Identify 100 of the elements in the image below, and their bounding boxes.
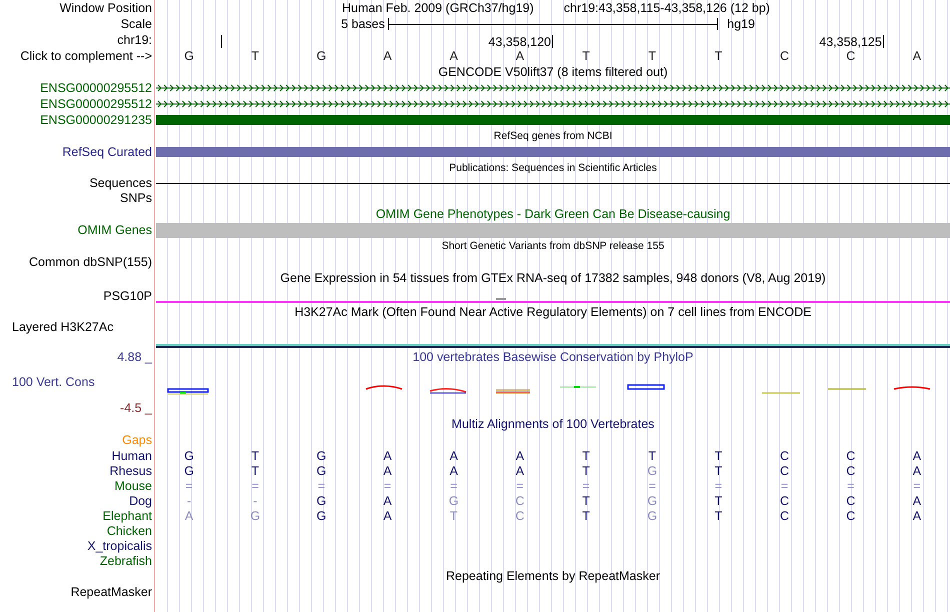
- ruler-tick: [552, 35, 553, 48]
- axis-max-label: 4.88 _: [117, 350, 152, 364]
- aligned-base: T: [250, 464, 260, 478]
- aligned-base: A: [448, 464, 459, 478]
- track-title: Repeating Elements by RepeatMasker: [446, 569, 660, 583]
- aligned-base: C: [779, 448, 790, 462]
- aligned-base: C: [845, 464, 856, 478]
- aligned-base: =: [912, 478, 922, 492]
- track-title: RefSeq genes from NCBI: [494, 129, 612, 143]
- aligned-base: T: [647, 448, 658, 462]
- track-label[interactable]: Common dbSNP(155): [0, 255, 152, 269]
- base-letter: A: [382, 49, 393, 63]
- track-label[interactable]: 100 Vert. Cons: [0, 375, 95, 389]
- coordinate-label: 43,358,120: [488, 36, 552, 48]
- axis-min-label: -4.5 _: [120, 401, 152, 415]
- base-letter: T: [647, 49, 658, 63]
- aligned-base: C: [779, 508, 790, 522]
- aligned-base: C: [845, 494, 856, 508]
- track-title: Short Genetic Variants from dbSNP release 155: [442, 239, 664, 253]
- track-label[interactable]: SNPs: [0, 191, 152, 205]
- scale-label: 5 bases: [341, 17, 385, 31]
- aligned-base: =: [714, 478, 724, 492]
- aligned-base: T: [581, 448, 591, 462]
- base-letter: C: [779, 49, 790, 63]
- aligned-base: G: [183, 464, 195, 478]
- species-label[interactable]: Rhesus: [0, 464, 152, 478]
- track-title: GENCODE V50lift37 (8 items filtered out): [438, 65, 668, 79]
- aligned-base: A: [382, 508, 393, 522]
- assembly-title: Human Feb. 2009 (GRCh37/hg19): [342, 1, 534, 15]
- gene-bar[interactable]: [156, 147, 950, 157]
- gene-strand-line[interactable]: [156, 84, 950, 92]
- track-label[interactable]: RepeatMasker: [0, 584, 152, 598]
- aligned-base: C: [779, 464, 790, 478]
- gene-strand-line[interactable]: [156, 100, 950, 108]
- track-label: Window Position: [58, 1, 152, 15]
- base-letter: T: [714, 49, 724, 63]
- aligned-base: =: [780, 478, 790, 492]
- aligned-base: =: [382, 478, 392, 492]
- complement-link[interactable]: Click to complement -->: [0, 49, 152, 63]
- base-letter: C: [845, 49, 856, 63]
- aligned-base: A: [514, 464, 526, 478]
- aligned-base: T: [714, 464, 724, 478]
- aligned-base: =: [250, 478, 260, 492]
- track-label[interactable]: Sequences: [0, 176, 152, 190]
- aligned-base: =: [184, 478, 194, 492]
- track-label[interactable]: ENSG00000291235: [0, 113, 152, 127]
- track-label[interactable]: OMIM Genes: [0, 223, 152, 237]
- aligned-base: C: [845, 448, 856, 462]
- gene-bar[interactable]: [156, 222, 950, 238]
- gene-bar[interactable]: [156, 115, 950, 125]
- aligned-base: A: [184, 508, 194, 522]
- aligned-base: T: [714, 494, 724, 508]
- track-label[interactable]: ENSG00000295512: [0, 81, 152, 95]
- aligned-base: T: [581, 494, 591, 508]
- track-label[interactable]: X_tropicalis: [0, 538, 152, 552]
- aligned-base: A: [514, 448, 526, 462]
- aligned-base: -: [186, 494, 192, 508]
- aligned-base: =: [648, 478, 657, 492]
- aligned-base: =: [515, 478, 525, 492]
- aligned-base: T: [714, 448, 724, 462]
- track-label[interactable]: Chicken: [0, 524, 152, 538]
- aligned-base: G: [249, 508, 262, 522]
- aligned-base: -: [252, 494, 258, 508]
- assembly-label: hg19: [726, 17, 755, 31]
- track-label[interactable]: RefSeq Curated: [0, 145, 152, 159]
- base-letter: A: [448, 49, 459, 63]
- base-letter: A: [912, 49, 922, 63]
- track-label[interactable]: PSG10P: [0, 286, 152, 303]
- aligned-base: C: [779, 494, 790, 508]
- aligned-base: A: [912, 508, 922, 522]
- track-label[interactable]: ENSG00000295512: [0, 97, 152, 111]
- track-title: Multiz Alignments of 100 Vertebrates: [452, 417, 654, 431]
- species-label[interactable]: Human: [0, 448, 152, 462]
- track-title: OMIM Gene Phenotypes - Dark Green Can Be Disease-causing: [376, 207, 730, 221]
- aligned-base: G: [183, 448, 195, 462]
- aligned-base: T: [581, 464, 591, 478]
- aligned-base: A: [382, 448, 393, 462]
- aligned-base: C: [514, 508, 526, 522]
- aligned-base: A: [912, 464, 922, 478]
- aligned-base: G: [316, 508, 328, 522]
- track-label[interactable]: Zebrafish: [0, 554, 152, 568]
- track-title: Gene Expression in 54 tissues from GTEx RNA-seq of 17382 samples, 948 donors (V8, Aug 2019): [280, 271, 826, 285]
- aligned-base: G: [646, 494, 658, 508]
- aligned-base: G: [316, 448, 328, 462]
- ruler-tick: [882, 35, 884, 48]
- aligned-base: A: [382, 494, 393, 508]
- aligned-base: A: [382, 464, 393, 478]
- aligned-base: T: [448, 508, 459, 522]
- base-letter: T: [250, 49, 260, 63]
- aligned-base: G: [316, 464, 328, 478]
- aligned-base: A: [912, 448, 922, 462]
- aligned-base: =: [316, 478, 326, 492]
- aligned-base: A: [912, 494, 922, 508]
- ruler-tick: [221, 35, 222, 48]
- species-label[interactable]: Dog: [0, 494, 152, 508]
- track-title: Publications: Sequences in Scientific Articles: [449, 161, 657, 175]
- base-letter: A: [514, 49, 526, 63]
- species-label[interactable]: Mouse: [0, 478, 152, 492]
- track-label[interactable]: Layered H3K27Ac: [0, 320, 152, 334]
- species-label[interactable]: Elephant: [0, 508, 152, 522]
